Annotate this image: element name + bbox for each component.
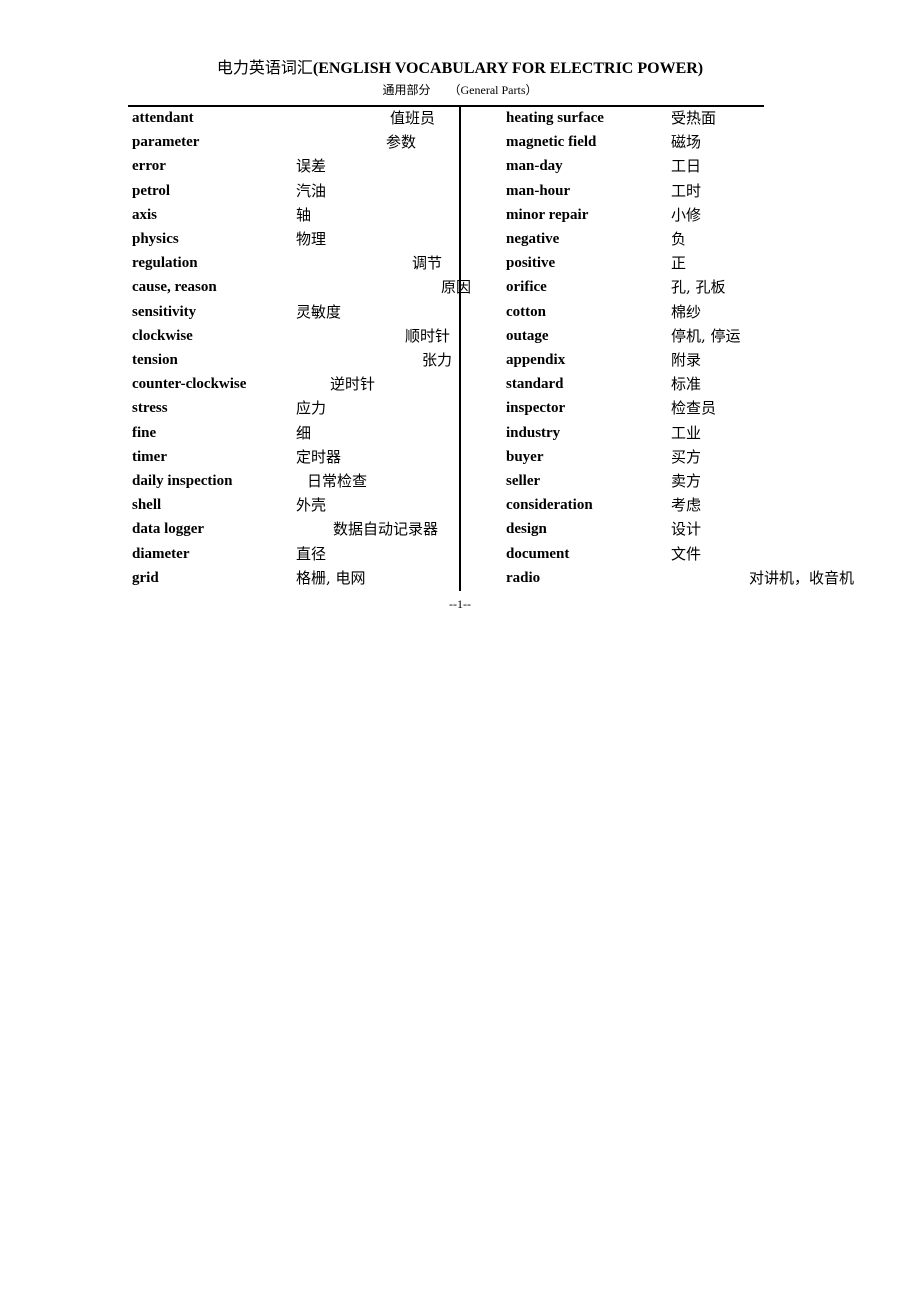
vocab-row: orifice 孔, 孔板 [0, 275, 920, 299]
vocab-row: seller 卖方 [0, 469, 920, 493]
vocab-term: document [506, 545, 570, 562]
vocab-translation: 负 [671, 230, 687, 248]
vocab-row: industry 工业 [0, 421, 920, 445]
vocab-row: design 设计 [0, 517, 920, 541]
vocab-row: appendix 附录 [0, 348, 920, 372]
vocab-row: buyer 买方 [0, 445, 920, 469]
vocab-translation: 受热面 [671, 109, 717, 127]
vocab-row: heating surface 受热面 [0, 106, 920, 130]
vocab-translation: 设计 [671, 520, 702, 539]
vocab-translation: 买方 [671, 447, 702, 466]
vocab-term: consideration [506, 497, 593, 514]
vocab-row: negative 负 [0, 227, 920, 251]
vocab-term: man-day [506, 158, 563, 175]
vocab-term: outage [506, 327, 549, 344]
subtitle-chinese: 通用部分 [382, 83, 431, 97]
vocab-translation: 工业 [671, 423, 702, 442]
vocab-translation: 标准 [671, 375, 702, 394]
vocab-row: positive 正 [0, 251, 920, 275]
vocab-translation: 停机, 停运 [671, 326, 741, 345]
vocab-term: man-hour [506, 182, 571, 199]
vocab-translation: 对讲机，收音机 [749, 568, 855, 587]
vocab-term: heating surface [506, 110, 604, 126]
title-english: (ENGLISH VOCABULARY FOR ELECTRIC POWER) [312, 60, 704, 77]
vocab-row: outage 停机, 停运 [0, 324, 920, 348]
vocab-translation: 磁场 [671, 133, 702, 152]
vocab-term: radio [506, 569, 541, 586]
vocab-row: standard 标准 [0, 372, 920, 396]
vocab-translation: 正 [671, 254, 687, 273]
vocab-term: minor repair [506, 206, 589, 223]
vocab-translation: 检查员 [671, 399, 717, 418]
vocab-term: orifice [506, 279, 547, 296]
vocab-row: consideration 考虑 [0, 493, 920, 517]
vocab-term: standard [506, 376, 564, 393]
vocab-term: seller [506, 473, 541, 489]
title-chinese: 电力英语词汇 [216, 60, 313, 77]
vocab-row: minor repair 小修 [0, 203, 920, 227]
vocab-translation: 工日 [671, 157, 702, 176]
vocab-translation: 卖方 [671, 472, 702, 490]
vocab-translation: 附录 [671, 351, 702, 369]
vocab-term: inspector [506, 400, 566, 417]
vocab-translation: 孔, 孔板 [671, 278, 726, 297]
vocab-row: cotton 棉纱 [0, 300, 920, 324]
vocab-translation: 考虑 [671, 496, 702, 515]
vocab-term: industry [506, 424, 561, 441]
page-number: --1-- [449, 597, 471, 611]
vocab-row: man-day 工日 [0, 154, 920, 178]
vocab-translation: 小修 [671, 205, 702, 224]
vocab-term: magnetic field [506, 134, 597, 151]
document-subtitle: 通用部分 （General Parts） [0, 82, 920, 98]
vocab-term: cotton [506, 303, 546, 320]
subtitle-english: （General Parts） [448, 83, 538, 97]
vocab-row: radio 对讲机，收音机 [0, 566, 920, 590]
document-title: 电力英语词汇(ENGLISH VOCABULARY FOR ELECTRIC P… [0, 59, 920, 79]
vocab-translation: 棉纱 [671, 302, 702, 321]
vocab-term: design [506, 521, 547, 538]
vocab-row: document 文件 [0, 542, 920, 566]
vocab-translation: 文件 [671, 544, 702, 563]
vocab-row: inspector 检查员 [0, 396, 920, 420]
vocab-term: negative [506, 231, 560, 247]
vocab-term: appendix [506, 352, 566, 368]
vocab-translation: 工时 [671, 181, 702, 200]
vocab-term: buyer [506, 448, 544, 465]
vocab-row: man-hour 工时 [0, 179, 920, 203]
vocab-row: magnetic field 磁场 [0, 130, 920, 154]
vocab-term: positive [506, 255, 556, 272]
